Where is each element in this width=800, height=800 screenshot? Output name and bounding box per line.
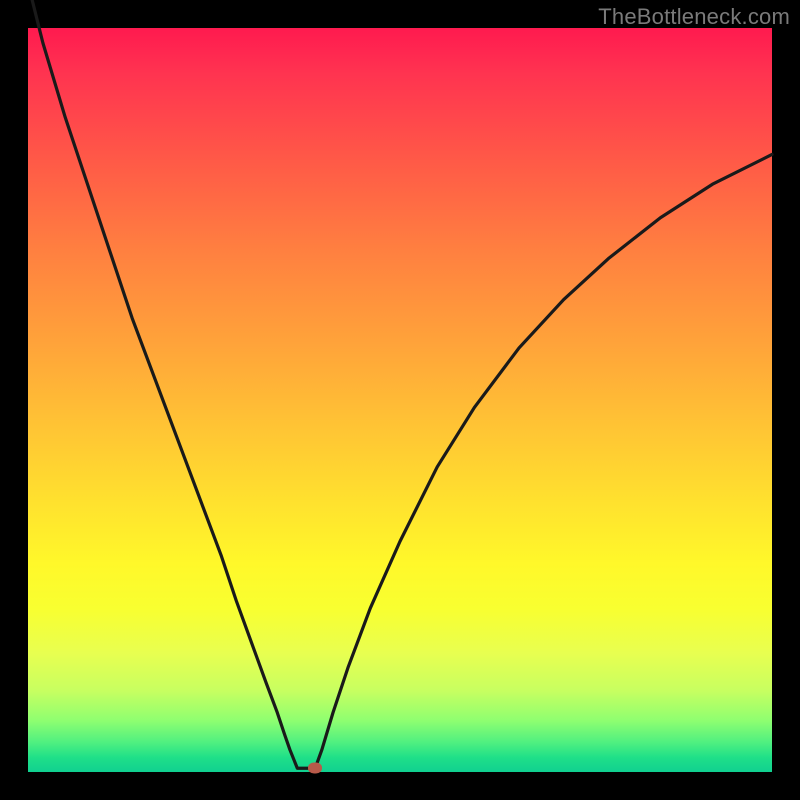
plot-area bbox=[28, 28, 772, 772]
minimum-marker bbox=[308, 762, 322, 773]
watermark-text: TheBottleneck.com bbox=[598, 4, 790, 30]
chart-frame: TheBottleneck.com bbox=[0, 0, 800, 800]
bottleneck-curve bbox=[28, 28, 772, 772]
